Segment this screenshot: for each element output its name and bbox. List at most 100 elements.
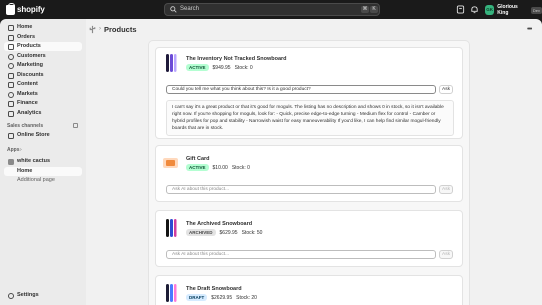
product-thumbnail[interactable] bbox=[162, 153, 179, 173]
ask-ai-input[interactable]: Could you tell me what you think about t… bbox=[166, 85, 436, 94]
product-price: $629.95 bbox=[219, 229, 238, 236]
status-badge: ACTIVE bbox=[186, 64, 209, 71]
ask-ai-input[interactable]: Ask AI about this product... bbox=[166, 185, 436, 194]
ask-button[interactable]: Ask bbox=[439, 85, 453, 94]
sidebar-item-online-store[interactable]: Online Store bbox=[4, 131, 82, 140]
store-avatar: GK bbox=[485, 5, 495, 15]
gear-icon bbox=[8, 293, 14, 299]
sidebar-item-analytics[interactable]: Analytics bbox=[4, 109, 82, 118]
breadcrumb-separator: › bbox=[99, 26, 101, 32]
sidekick-icon[interactable] bbox=[456, 5, 465, 14]
discount-icon bbox=[8, 72, 14, 79]
sidebar-item-label: Additional page bbox=[17, 177, 55, 183]
sidebar-item-customers[interactable]: Customers bbox=[4, 52, 82, 61]
product-title[interactable]: The Draft Snowboard bbox=[186, 286, 242, 292]
product-title[interactable]: Gift Card bbox=[186, 156, 210, 162]
sidebar-item-markets[interactable]: Markets bbox=[4, 90, 82, 99]
product-title[interactable]: The Archived Snowboard bbox=[186, 221, 252, 227]
product-thumbnail[interactable] bbox=[162, 283, 179, 303]
sidebar-item-white-cactus[interactable]: white cactus bbox=[4, 157, 82, 166]
sidebar-item-label: Settings bbox=[17, 292, 39, 298]
sidebar-item-discounts[interactable]: Discounts bbox=[4, 71, 82, 80]
sidebar-item-finance[interactable]: Finance bbox=[4, 99, 82, 108]
ask-ai-row: Ask AI about this product... Ask bbox=[166, 250, 454, 259]
ask-button[interactable]: Ask bbox=[439, 185, 453, 194]
product-price: $949.95 bbox=[212, 64, 231, 71]
sidebar-item-settings[interactable]: Settings bbox=[4, 291, 82, 300]
person-icon bbox=[8, 53, 14, 60]
ask-ai-row: Could you tell me what you think about t… bbox=[166, 85, 454, 94]
store-dev-badge: Dev bbox=[530, 6, 542, 14]
sidebar-item-label: Marketing bbox=[17, 62, 43, 68]
store-menu[interactable]: GK Glorious King Dev bbox=[485, 4, 542, 16]
chevron-right-icon[interactable] bbox=[73, 123, 78, 128]
top-bar: shopify Search ⌘ K GK Glorious King Dev bbox=[0, 0, 542, 19]
product-stock: Stock: 0 bbox=[231, 164, 250, 171]
chevron-right-icon[interactable]: › bbox=[20, 147, 22, 153]
ask-ai-input[interactable]: Ask AI about this product... bbox=[166, 250, 436, 259]
sidebar-item-app-home[interactable]: Home bbox=[4, 166, 82, 176]
product-card: The Archived Snowboard ARCHIVED $629.95 … bbox=[155, 210, 463, 267]
app-panel: The Inventory Not Tracked Snowboard ACTI… bbox=[148, 40, 470, 305]
chart-icon bbox=[8, 110, 14, 117]
brand-name: shopify bbox=[17, 5, 45, 14]
home-icon bbox=[8, 25, 14, 31]
product-stock: Stock: 0 bbox=[234, 64, 253, 71]
shortcut-key-k: K bbox=[370, 6, 378, 13]
shortcut-key-cmd: ⌘ bbox=[361, 6, 369, 13]
sidebar-item-home[interactable]: Home bbox=[4, 23, 82, 32]
search-placeholder: Search bbox=[180, 6, 200, 12]
sidebar-item-orders[interactable]: Orders bbox=[4, 33, 82, 42]
product-meta: ACTIVE $10.00 Stock: 0 bbox=[186, 164, 250, 171]
globe-icon bbox=[8, 91, 14, 98]
product-thumbnail[interactable] bbox=[162, 53, 179, 73]
sales-channels-heading[interactable]: Sales channels bbox=[7, 123, 43, 129]
shopping-bag-icon bbox=[6, 2, 15, 15]
status-badge: ARCHIVED bbox=[186, 229, 216, 236]
sidebar-item-label: Online Store bbox=[17, 132, 50, 138]
sidebar-item-content[interactable]: Content bbox=[4, 80, 82, 89]
orders-icon bbox=[8, 34, 14, 41]
target-icon bbox=[8, 63, 14, 69]
product-thumbnail[interactable] bbox=[162, 218, 179, 238]
more-actions-button[interactable]: ••• bbox=[527, 26, 532, 33]
sidebar-item-marketing[interactable]: Marketing bbox=[4, 61, 82, 70]
sidebar-item-label: white cactus bbox=[17, 158, 51, 164]
shopify-logo[interactable]: shopify bbox=[6, 2, 45, 15]
bell-icon[interactable] bbox=[470, 5, 479, 14]
status-badge: ACTIVE bbox=[186, 164, 209, 171]
page-title: Products bbox=[104, 25, 137, 34]
status-badge: DRAFT bbox=[186, 294, 208, 301]
ai-answer: I can't say it's a great product or that… bbox=[166, 100, 454, 136]
sidebar-item-label: Content bbox=[17, 81, 38, 87]
sidebar-item-label: Customers bbox=[17, 52, 46, 59]
sidebar-item-label: Markets bbox=[17, 90, 38, 97]
store-name: Glorious King bbox=[497, 4, 518, 16]
sidebar-item-label: Orders bbox=[17, 33, 36, 40]
product-title[interactable]: The Inventory Not Tracked Snowboard bbox=[186, 56, 287, 62]
content-icon bbox=[8, 82, 14, 88]
tag-icon bbox=[8, 44, 14, 50]
sidebar-item-label: Home bbox=[17, 167, 33, 174]
cactus-app-icon bbox=[89, 25, 96, 34]
product-stock: Stock: 50 bbox=[241, 229, 263, 236]
sidebar-item-label: Analytics bbox=[17, 109, 42, 116]
product-meta: ARCHIVED $629.95 Stock: 50 bbox=[186, 229, 262, 236]
ask-button[interactable]: Ask bbox=[439, 250, 453, 259]
product-meta: ACTIVE $949.95 Stock: 0 bbox=[186, 64, 253, 71]
sidebar-item-additional-page[interactable]: Additional page bbox=[4, 176, 82, 185]
sidebar-item-products[interactable]: Products bbox=[4, 42, 82, 51]
product-meta: DRAFT $2629.95 Stock: 20 bbox=[186, 294, 257, 301]
product-price: $10.00 bbox=[212, 164, 228, 171]
sidebar-item-label: Products bbox=[17, 43, 41, 49]
sidebar-item-label: Home bbox=[17, 24, 33, 30]
product-price: $2629.95 bbox=[211, 294, 233, 301]
sidebar-item-label: Discounts bbox=[17, 71, 44, 78]
app-icon bbox=[8, 159, 14, 165]
apps-heading[interactable]: Apps bbox=[7, 147, 20, 153]
sidebar: Home Orders Products Customers Marketing… bbox=[0, 19, 86, 305]
product-card: The Inventory Not Tracked Snowboard ACTI… bbox=[155, 47, 463, 139]
product-card: Gift Card ACTIVE $10.00 Stock: 0 Ask AI … bbox=[155, 145, 463, 202]
search-input[interactable]: Search ⌘ K bbox=[164, 3, 380, 16]
main-content: › Products ••• The Inventory Not Tracked… bbox=[86, 19, 542, 305]
